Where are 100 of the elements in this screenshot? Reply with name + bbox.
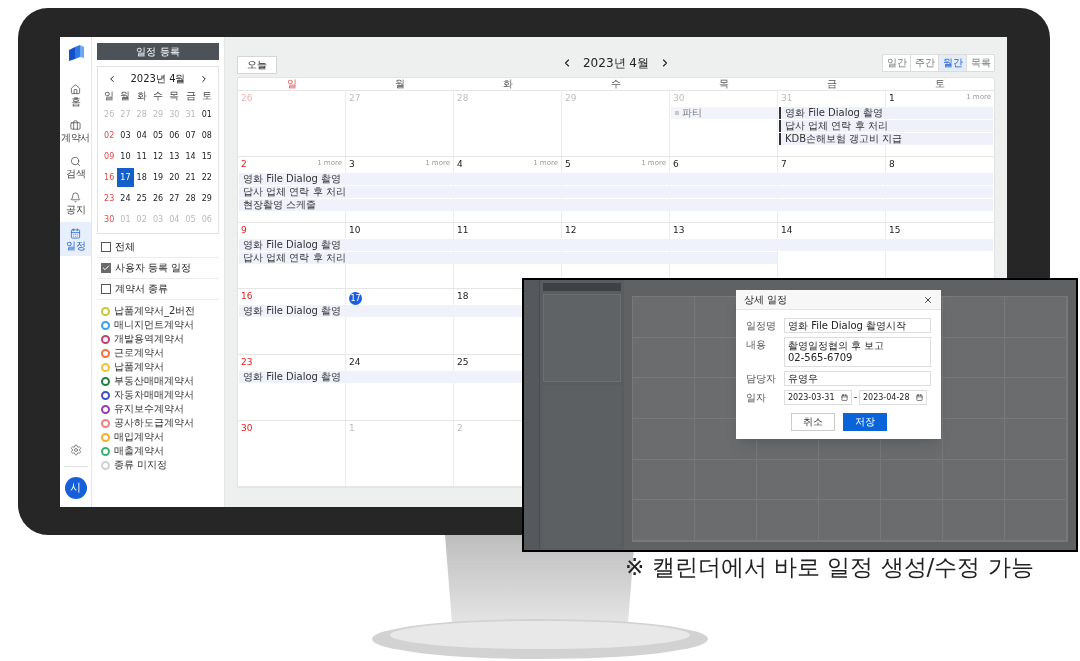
day-number[interactable]: 18 xyxy=(457,292,469,301)
settings-icon[interactable] xyxy=(69,444,82,456)
date-cell[interactable]: 01 xyxy=(198,105,215,124)
day-number[interactable]: 11 xyxy=(457,226,469,235)
date-cell[interactable]: 07 xyxy=(182,126,199,145)
date-cell[interactable]: 19 xyxy=(149,168,167,187)
nav-item[interactable]: 공지 xyxy=(60,186,91,220)
date-field[interactable]: 2023-04-28 xyxy=(859,390,927,405)
input-field[interactable]: 영화 File Dialog 촬영시작 xyxy=(784,318,931,333)
date-cell[interactable]: 22 xyxy=(198,168,215,187)
contract-type-label[interactable]: 납품계약서 xyxy=(114,362,164,372)
date-cell[interactable]: 23 xyxy=(101,189,118,208)
checkbox[interactable] xyxy=(101,284,111,294)
chevron-right-icon[interactable] xyxy=(199,74,209,84)
view-tab[interactable]: 일간 xyxy=(882,54,911,72)
app-logo-icon xyxy=(66,44,85,62)
event-bar[interactable]: 답사 업체 연락 후 처리 xyxy=(779,120,993,132)
view-tab[interactable]: 목록 xyxy=(966,54,995,72)
cancel-button[interactable]: 취소 xyxy=(790,413,835,431)
date-cell[interactable]: 16 xyxy=(101,168,118,187)
day-number[interactable]: 30 xyxy=(241,424,253,433)
date-cell[interactable]: 29 xyxy=(198,189,215,208)
nav-item[interactable]: 일정 xyxy=(60,222,91,256)
event-bar[interactable]: 영화 File Dialog 촬영 xyxy=(239,239,993,251)
day-number[interactable]: 16 xyxy=(241,292,253,301)
contract-type-label[interactable]: 매입계약서 xyxy=(114,432,164,442)
day-number[interactable]: 9 xyxy=(241,226,247,235)
date-cell[interactable]: 27 xyxy=(166,189,183,208)
date-cell[interactable]: 24 xyxy=(117,189,134,208)
day-number[interactable]: 6 xyxy=(673,160,679,169)
event-bar[interactable]: 영화 File Dialog 촬영 xyxy=(779,107,993,119)
contract-type-label[interactable]: 개발용역계약서 xyxy=(114,334,184,344)
day-number[interactable]: 2 xyxy=(241,160,247,169)
event-bar[interactable]: KDB손해보험 갱고비 지급 xyxy=(779,133,993,145)
date-cell[interactable]: 08 xyxy=(198,126,215,145)
today-button[interactable]: 오늘 xyxy=(237,56,277,74)
date-cell[interactable]: 17 xyxy=(117,168,134,187)
textarea-field[interactable]: 촬영일정협의 후 보고 02-565-6709 xyxy=(784,337,931,367)
date-cell[interactable]: 15 xyxy=(198,147,215,166)
contract-type-label[interactable]: 공사하도급계약서 xyxy=(114,418,194,428)
save-button[interactable]: 저장 xyxy=(842,413,887,431)
view-tab[interactable]: 주간 xyxy=(910,54,939,72)
date-cell[interactable]: 30 xyxy=(101,210,118,229)
date-cell[interactable]: 04 xyxy=(133,126,150,145)
day-number[interactable]: 15 xyxy=(889,226,901,235)
close-icon[interactable] xyxy=(923,294,933,305)
day-number[interactable]: 8 xyxy=(889,160,895,169)
day-number[interactable]: 14 xyxy=(781,226,793,235)
checkbox[interactable] xyxy=(101,242,111,252)
contract-type-label[interactable]: 매출계약서 xyxy=(114,446,164,456)
day-number[interactable]: 25 xyxy=(457,358,469,367)
day-number[interactable]: 24 xyxy=(349,358,361,367)
contract-type-label[interactable]: 근로계약서 xyxy=(114,348,164,358)
add-schedule-button[interactable]: 일정 등록 xyxy=(97,43,219,60)
date-cell[interactable]: 21 xyxy=(182,168,199,187)
date-cell[interactable]: 14 xyxy=(182,147,199,166)
date-cell[interactable]: 26 xyxy=(149,189,167,208)
event-bar[interactable]: 답사 업체 연락 후 처리 xyxy=(239,186,993,198)
day-number[interactable]: 1 xyxy=(889,94,895,103)
day-number[interactable]: 12 xyxy=(565,226,577,235)
view-tab[interactable]: 월간 xyxy=(938,54,967,72)
day-number[interactable]: 23 xyxy=(241,358,253,367)
contract-type-label[interactable]: 납품계약서_2버전 xyxy=(114,306,196,316)
event-bar[interactable]: 파티 xyxy=(671,107,777,119)
date-cell[interactable]: 12 xyxy=(149,147,167,166)
date-cell[interactable]: 02 xyxy=(101,126,118,145)
event-bar[interactable]: 영화 File Dialog 촬영 xyxy=(239,173,993,185)
contract-type-label[interactable]: 유지보수계약서 xyxy=(114,404,184,414)
contract-type-label[interactable]: 종류 미지정 xyxy=(114,460,168,470)
contract-type-label[interactable]: 부동산매매계약서 xyxy=(114,376,194,386)
nav-item[interactable]: 검색 xyxy=(60,150,91,184)
date-cell[interactable]: 05 xyxy=(149,126,167,145)
nav-item[interactable]: 계약서 xyxy=(60,114,91,148)
checkbox[interactable] xyxy=(101,263,111,273)
day-number[interactable]: 13 xyxy=(673,226,685,235)
day-number[interactable]: 5 xyxy=(565,160,571,169)
date-cell[interactable]: 11 xyxy=(133,147,150,166)
date-cell[interactable]: 10 xyxy=(117,147,134,166)
event-bar[interactable]: 답사 업체 연락 후 처리 xyxy=(239,252,777,264)
date-cell[interactable]: 28 xyxy=(182,189,199,208)
nav-item[interactable]: 홈 xyxy=(60,78,91,112)
day-number[interactable]: 3 xyxy=(349,160,355,169)
date-cell[interactable]: 03 xyxy=(117,126,134,145)
input-field[interactable]: 유영우 xyxy=(784,371,931,386)
date-cell[interactable]: 13 xyxy=(166,147,183,166)
date-cell[interactable]: 06 xyxy=(166,126,183,145)
day-number[interactable]: 10 xyxy=(349,226,361,235)
date-cell[interactable]: 09 xyxy=(101,147,118,166)
contract-type-label[interactable]: 매니지먼트계약서 xyxy=(114,320,194,330)
day-number[interactable]: 4 xyxy=(457,160,463,169)
chevron-left-icon[interactable] xyxy=(107,74,117,84)
date-cell[interactable]: 25 xyxy=(133,189,150,208)
user-avatar[interactable]: 시 xyxy=(64,477,87,499)
day-number[interactable]: 7 xyxy=(781,160,787,169)
date-cell[interactable]: 20 xyxy=(166,168,183,187)
date-field[interactable]: 2023-03-31 xyxy=(784,390,852,405)
event-bar[interactable]: 현장촬영 스케줄 xyxy=(239,199,993,211)
date-cell[interactable]: 18 xyxy=(133,168,150,187)
day-number[interactable]: 17 xyxy=(349,292,362,305)
contract-type-label[interactable]: 자동차매매계약서 xyxy=(114,390,194,400)
